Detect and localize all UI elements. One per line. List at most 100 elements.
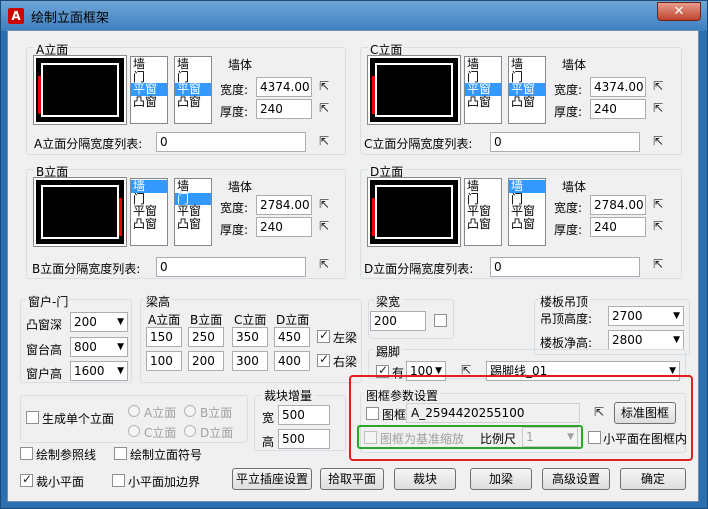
pick-cursor-icon[interactable]: ⇱ xyxy=(649,77,667,95)
list-item[interactable]: 平窗 xyxy=(131,83,167,96)
list-item[interactable]: 平窗 xyxy=(175,83,211,96)
beam-a-bottom-input[interactable]: 100 xyxy=(146,351,182,371)
width-input[interactable]: 2784.00 xyxy=(590,195,646,215)
elevation-d-element-list[interactable]: 墙 门 平窗 凸窗 xyxy=(464,178,502,246)
list-item[interactable]: 墙 xyxy=(175,58,211,71)
list-item[interactable]: 墙 xyxy=(509,58,545,71)
list-item[interactable]: 墙 xyxy=(465,180,501,193)
beam-width-checkbox[interactable] xyxy=(434,314,447,327)
list-item[interactable]: 平窗 xyxy=(465,205,501,218)
tile-height-input[interactable]: 500 xyxy=(278,429,330,449)
list-item[interactable]: 凸窗 xyxy=(175,96,211,109)
width-input[interactable]: 4374.00 xyxy=(256,77,312,97)
crop-block-button[interactable]: 裁块 xyxy=(394,468,456,490)
small-plane-in-frame-checkbox[interactable] xyxy=(588,431,601,444)
list-item[interactable]: 平窗 xyxy=(175,205,211,218)
left-beam-checkbox[interactable] xyxy=(317,328,330,343)
list-item[interactable]: 平窗 xyxy=(509,205,545,218)
pick-cursor-icon[interactable]: ⇱ xyxy=(649,195,667,213)
frame-checkbox[interactable] xyxy=(366,407,379,420)
list-item[interactable]: 凸窗 xyxy=(175,218,211,231)
pick-cursor-icon[interactable]: ⇱ xyxy=(649,217,667,235)
width-input[interactable]: 2784.00 xyxy=(256,195,312,215)
pick-cursor-icon[interactable]: ⇱ xyxy=(649,99,667,117)
elevation-a-element-list[interactable]: 墙 门 平窗 凸窗 xyxy=(130,56,168,124)
pick-cursor-icon[interactable]: ⇱ xyxy=(315,217,333,235)
elevation-b-element-list[interactable]: 墙 门 平窗 凸窗 xyxy=(130,178,168,246)
list-item[interactable]: 凸窗 xyxy=(509,218,545,231)
list-item[interactable]: 凸窗 xyxy=(131,218,167,231)
elevation-d-type-list[interactable]: 墙 门 平窗 凸窗 xyxy=(508,178,546,246)
crop-small-checkbox[interactable] xyxy=(20,472,33,487)
list-item[interactable]: 平窗 xyxy=(509,83,545,96)
beam-b-top-input[interactable]: 250 xyxy=(188,327,224,347)
beam-c-top-input[interactable]: 350 xyxy=(232,327,268,347)
pick-plane-button[interactable]: 拾取平面 xyxy=(320,468,384,490)
beam-d-top-input[interactable]: 450 xyxy=(274,327,310,347)
list-item[interactable]: 凸窗 xyxy=(131,96,167,109)
elevation-c-type-list[interactable]: 墙 门 平窗 凸窗 xyxy=(508,56,546,124)
tile-width-input[interactable]: 500 xyxy=(278,405,330,425)
split-list-input[interactable]: 0 xyxy=(490,257,640,277)
pick-cursor-icon[interactable]: ⇱ xyxy=(315,77,333,95)
radio-d[interactable] xyxy=(184,425,196,437)
width-input[interactable]: 4374.00 xyxy=(590,77,646,97)
beam-d-bottom-input[interactable]: 400 xyxy=(274,351,310,371)
radio-a[interactable] xyxy=(128,405,140,417)
radio-c[interactable] xyxy=(128,425,140,437)
small-border-checkbox[interactable] xyxy=(112,474,125,487)
add-beam-button[interactable]: 加梁 xyxy=(470,468,532,490)
elevation-b-type-list[interactable]: 墙 门 平窗 凸窗 xyxy=(174,178,212,246)
title-bar[interactable]: A 绘制立面框架 ✕ xyxy=(1,1,707,31)
floor-clear-select[interactable]: 2800 ▼ xyxy=(608,330,684,350)
split-list-input[interactable]: 0 xyxy=(156,132,306,152)
list-item[interactable]: 平窗 xyxy=(131,205,167,218)
window-height-select[interactable]: 1600 ▼ xyxy=(70,361,128,381)
elevation-a-type-list[interactable]: 墙 门 平窗 凸窗 xyxy=(174,56,212,124)
single-elevation-checkbox[interactable] xyxy=(26,411,39,424)
thickness-input[interactable]: 240 xyxy=(590,99,646,119)
pick-cursor-icon[interactable]: ⇱ xyxy=(315,255,333,273)
radio-b[interactable] xyxy=(184,405,196,417)
thickness-input[interactable]: 240 xyxy=(590,217,646,237)
split-list-input[interactable]: 0 xyxy=(156,257,306,277)
pick-cursor-icon[interactable]: ⇱ xyxy=(649,132,667,150)
thickness-input[interactable]: 240 xyxy=(256,99,312,119)
elevation-c-element-list[interactable]: 墙 门 平窗 凸窗 xyxy=(464,56,502,124)
pick-cursor-icon[interactable]: ⇱ xyxy=(315,132,333,150)
pick-cursor-icon[interactable]: ⇱ xyxy=(315,99,333,117)
frame-name-field[interactable]: A_2594420255100 xyxy=(406,403,580,423)
socket-settings-button[interactable]: 平立插座设置 xyxy=(232,468,312,490)
beam-b-bottom-input[interactable]: 200 xyxy=(188,351,224,371)
scale-select[interactable]: 1 ▼ xyxy=(522,427,578,447)
close-button[interactable]: ✕ xyxy=(657,2,701,21)
standard-frame-button[interactable]: 标准图框 xyxy=(614,402,676,424)
elev-symbol-checkbox[interactable] xyxy=(114,447,127,460)
pick-cursor-icon[interactable]: ⇱ xyxy=(590,403,608,421)
list-item[interactable]: 墙 xyxy=(131,180,167,193)
list-item[interactable]: 凸窗 xyxy=(465,218,501,231)
ceiling-height-select[interactable]: 2700 ▼ xyxy=(608,306,684,326)
list-item[interactable]: 凸窗 xyxy=(465,96,501,109)
list-item[interactable]: 墙 xyxy=(131,58,167,71)
split-list-input[interactable]: 0 xyxy=(490,132,640,152)
list-item[interactable]: 凸窗 xyxy=(509,96,545,109)
bay-depth-select[interactable]: 200 ▼ xyxy=(70,312,128,332)
radio-d-label: D立面 xyxy=(200,426,234,440)
pick-cursor-icon[interactable]: ⇱ xyxy=(315,195,333,213)
list-item[interactable]: 墙 xyxy=(509,180,545,193)
ref-line-checkbox[interactable] xyxy=(20,447,33,460)
beam-a-top-input[interactable]: 150 xyxy=(146,327,182,347)
right-beam-checkbox[interactable] xyxy=(317,352,330,367)
sill-height-select[interactable]: 800 ▼ xyxy=(70,337,128,357)
advanced-settings-button[interactable]: 高级设置 xyxy=(542,468,610,490)
thickness-input[interactable]: 240 xyxy=(256,217,312,237)
pick-cursor-icon[interactable]: ⇱ xyxy=(649,255,667,273)
beam-c-bottom-input[interactable]: 300 xyxy=(232,351,268,371)
scale-base-checkbox[interactable] xyxy=(364,431,377,444)
beam-width-input[interactable]: 200 xyxy=(370,311,426,331)
ok-button[interactable]: 确定 xyxy=(620,468,686,490)
list-item[interactable]: 墙 xyxy=(465,58,501,71)
list-item[interactable]: 墙 xyxy=(175,180,211,193)
list-item[interactable]: 平窗 xyxy=(465,83,501,96)
